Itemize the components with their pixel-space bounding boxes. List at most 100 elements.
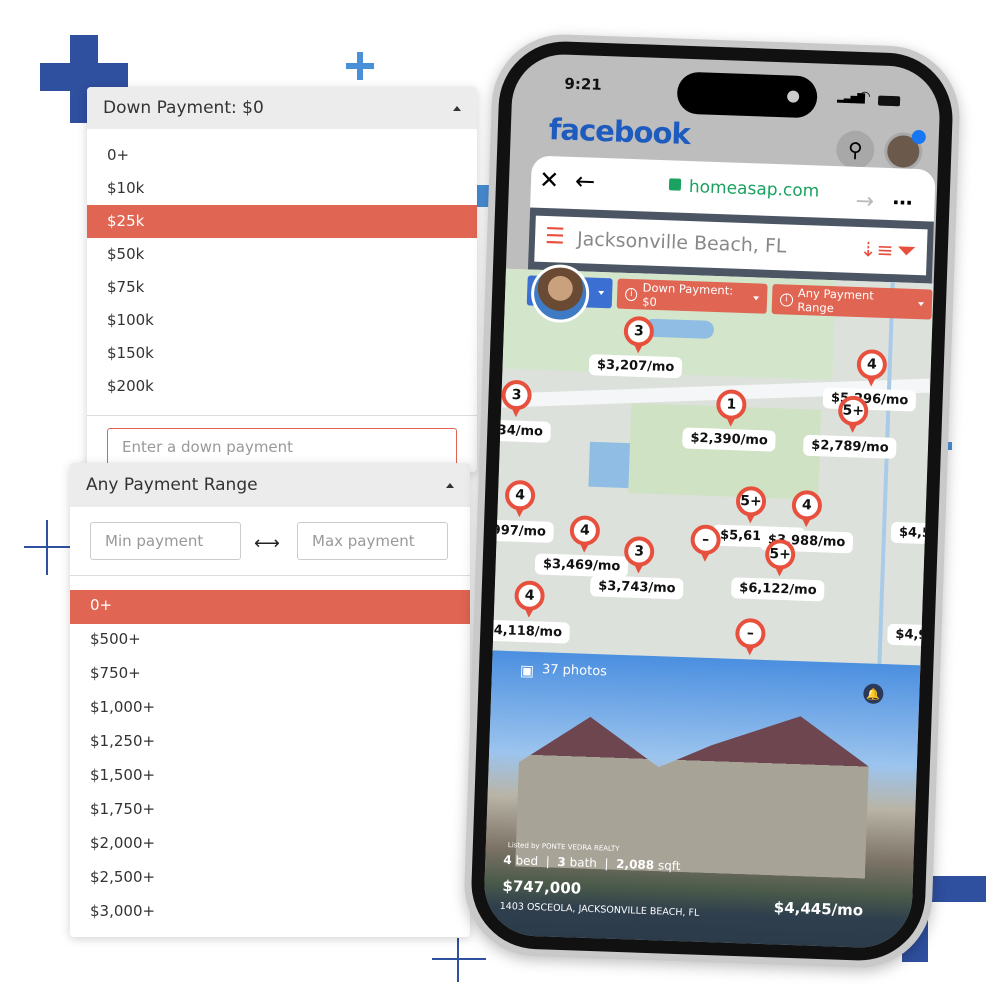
max-payment-input[interactable]: Max payment <box>297 522 448 560</box>
map-pin[interactable]: 5+ <box>837 395 869 427</box>
beds-value: 4 <box>503 852 512 868</box>
location-search-input[interactable]: ☰ Jacksonville Beach, FL ⇣≡ ⏷ <box>534 215 928 276</box>
payment-range-option[interactable]: 0+ <box>70 590 470 624</box>
map-price-label[interactable]: 34/mo <box>492 419 552 443</box>
map-pin[interactable]: – <box>690 524 722 556</box>
map-price-label[interactable]: $2,789/mo <box>802 434 898 459</box>
min-payment-placeholder: Min payment <box>105 532 204 550</box>
profile-avatar[interactable] <box>883 129 927 172</box>
decorative-plus <box>346 63 374 69</box>
lock-icon <box>668 178 682 191</box>
payment-range-option[interactable]: $750+ <box>70 658 470 692</box>
payment-range-option[interactable]: $1,000+ <box>70 692 470 726</box>
map-pin[interactable]: 4 <box>504 479 536 511</box>
menu-icon[interactable]: ☰ <box>545 224 566 250</box>
payment-range-chip[interactable]: i Any Payment Range <box>771 283 933 320</box>
caret-down-icon <box>917 302 925 307</box>
battery-icon <box>877 95 901 107</box>
sort-icon[interactable]: ⇣≡ <box>859 237 893 262</box>
forward-arrow-icon[interactable]: → <box>855 189 874 215</box>
caret-up-icon <box>453 105 461 111</box>
search-icon[interactable]: ⚲ <box>835 130 875 170</box>
map-pin[interactable]: – <box>734 617 766 649</box>
map-price-label[interactable]: 997/mo <box>492 519 555 543</box>
dynamic-island <box>676 71 818 119</box>
photos-count[interactable]: 37 photos <box>542 662 607 679</box>
down-payment-option[interactable]: $100k <box>87 304 477 337</box>
down-payment-option[interactable]: $50k <box>87 238 477 271</box>
map-pin[interactable]: 5+ <box>735 485 767 517</box>
down-payment-option[interactable]: $200k <box>87 370 477 403</box>
photos-icon: ▣ <box>519 661 535 680</box>
down-payment-option[interactable]: $25k <box>87 205 477 238</box>
status-time: 9:21 <box>564 74 603 94</box>
decorative-plus <box>24 546 70 548</box>
map-price-label[interactable]: $5,296/mo <box>822 387 917 412</box>
down-payment-placeholder: Enter a down payment <box>122 438 294 456</box>
filter-icon[interactable]: ⏷ <box>896 236 916 265</box>
wifi-icon: ◠ <box>858 88 871 105</box>
url-text[interactable]: homeasap.com <box>689 177 820 202</box>
map-pin[interactable]: 4 <box>569 515 601 547</box>
back-arrow-icon[interactable]: ← <box>575 167 596 196</box>
map-price-label[interactable]: $2,390/mo <box>682 427 777 452</box>
payment-range-option[interactable]: $1,750+ <box>70 794 470 828</box>
sqft-label: sqft <box>657 858 681 874</box>
decorative-plus <box>432 958 486 960</box>
phone-mockup: 9:21 ▂▃▅▇ ◠ facebook ⚲ ✕ ← homeasap.com … <box>462 32 962 970</box>
map-road <box>877 282 895 673</box>
payment-range-chip-label: Any Payment Range <box>797 285 875 316</box>
payment-range-option[interactable]: $2,500+ <box>70 862 470 896</box>
sqft-value: 2,088 <box>615 856 655 873</box>
min-payment-input[interactable]: Min payment <box>90 522 241 560</box>
map-price-label[interactable]: $3,207/mo <box>588 354 683 379</box>
down-payment-header[interactable]: Down Payment: $0 <box>87 87 477 129</box>
map-pin[interactable]: 5+ <box>764 538 796 570</box>
down-payment-option[interactable]: 0+ <box>87 139 477 172</box>
payment-range-header[interactable]: Any Payment Range <box>70 463 470 507</box>
listing-address: 1403 OSCEOLA, JACKSONVILLE BEACH, FL <box>499 900 700 919</box>
listing-price: $747,000 <box>502 876 582 898</box>
map-pin[interactable]: 4 <box>791 489 823 521</box>
payment-range-option[interactable]: $2,000+ <box>70 828 470 862</box>
down-payment-input[interactable]: Enter a down payment <box>107 428 457 466</box>
payment-range-option[interactable]: $1,500+ <box>70 760 470 794</box>
map-price-label[interactable]: $3,743/mo <box>589 575 684 600</box>
beds-label: bed <box>515 853 539 869</box>
caret-up-icon <box>446 482 454 488</box>
payment-range-option[interactable]: $3,000+ <box>70 896 470 930</box>
map-price-label[interactable]: $3,469/mo <box>534 553 629 578</box>
bell-icon[interactable]: 🔔 <box>863 683 884 705</box>
down-payment-header-label: Down Payment: $0 <box>103 98 264 118</box>
map-price-label[interactable]: $4,118/mo <box>492 619 571 644</box>
facebook-logo: facebook <box>548 112 691 151</box>
payment-range-dropdown: Any Payment Range Min payment ⟷ Max paym… <box>70 463 470 937</box>
info-icon: i <box>779 292 793 307</box>
listing-monthly: $4,445/mo <box>773 898 864 920</box>
close-icon[interactable]: ✕ <box>539 166 560 195</box>
down-payment-options: 0+ $10k $25k $50k $75k $100k $150k $200k <box>87 139 477 403</box>
payment-range-option[interactable]: $500+ <box>70 624 470 658</box>
divider <box>87 415 477 416</box>
map-pin[interactable]: 4 <box>856 348 888 381</box>
search-value: Jacksonville Beach, FL <box>576 228 787 258</box>
down-payment-option[interactable]: $150k <box>87 337 477 370</box>
down-payment-option[interactable]: $10k <box>87 172 477 205</box>
map[interactable]: $3,207/mo $5,296/mo $2,390/mo $2,789/mo 34/m… <box>492 268 934 674</box>
down-payment-option[interactable]: $75k <box>87 271 477 304</box>
more-icon[interactable]: ⋯ <box>892 190 913 215</box>
divider <box>70 575 470 576</box>
phone-screen: 9:21 ▂▃▅▇ ◠ facebook ⚲ ✕ ← homeasap.com … <box>482 52 942 950</box>
map-pin[interactable]: 3 <box>623 535 655 568</box>
payment-range-option[interactable]: $1,250+ <box>70 726 470 760</box>
map-pin[interactable]: 4 <box>514 580 546 612</box>
listing-card[interactable]: ▣ 37 photos 🔔 Listed by PONTE VEDRA REAL… <box>482 650 921 950</box>
payment-range-options: 0+ $500+ $750+ $1,000+ $1,250+ $1,500+ $1,750+… <box>70 590 470 930</box>
info-icon: i <box>624 287 638 301</box>
messenger-icon <box>911 129 927 145</box>
max-payment-placeholder: Max payment <box>312 532 415 550</box>
down-payment-chip-label: Down Payment: $0 <box>641 280 734 309</box>
map-price-label[interactable]: $6,122/mo <box>730 577 825 602</box>
house-photo <box>515 706 870 878</box>
down-payment-chip[interactable]: i Down Payment: $0 <box>616 278 768 314</box>
